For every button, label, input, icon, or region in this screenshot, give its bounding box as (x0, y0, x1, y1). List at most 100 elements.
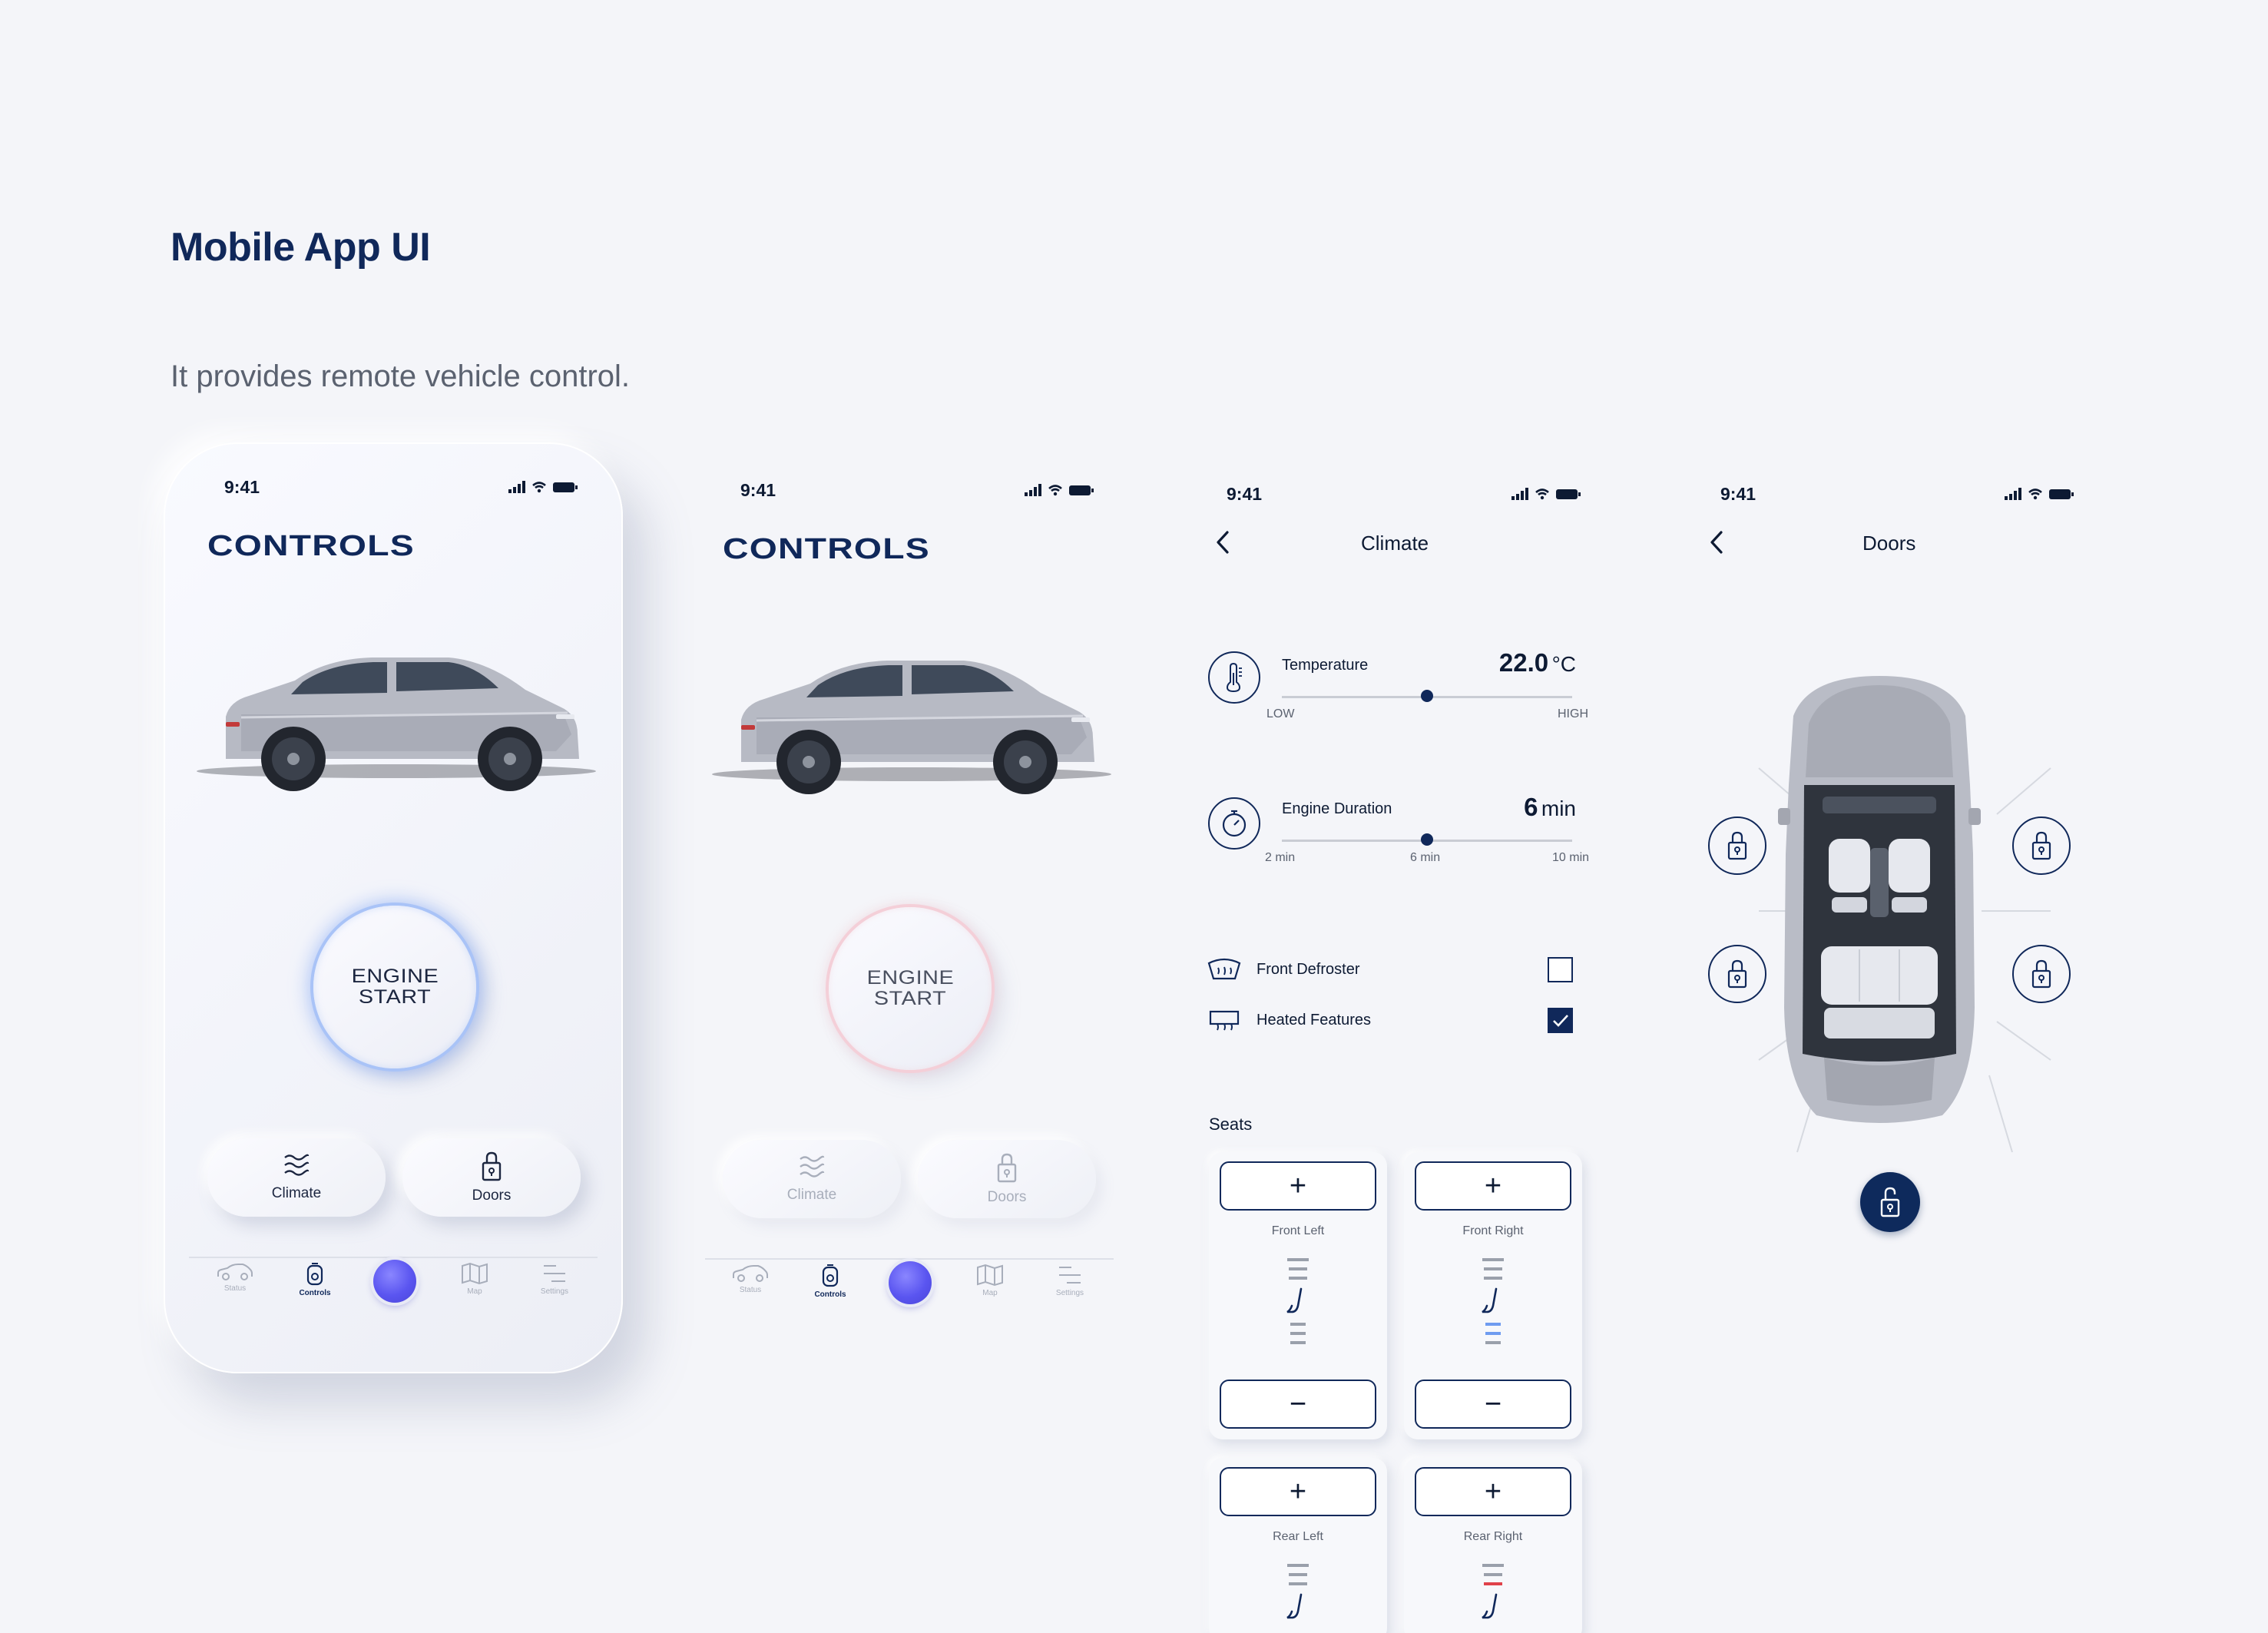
rear-defroster-icon (1209, 1010, 1240, 1031)
temperature-high-label: HIGH (1558, 707, 1588, 720)
status-time-4: 9:41 (1720, 484, 1756, 504)
orb-icon (373, 1260, 416, 1303)
door-lock-rear-right-button[interactable] (2012, 945, 2071, 1003)
heated-features-checkbox[interactable] (1548, 1008, 1573, 1033)
tab-controls-label: Controls (299, 1289, 331, 1297)
thermometer-icon (1226, 662, 1242, 693)
seat-front-right-minus-button[interactable]: − (1415, 1380, 1571, 1429)
tab-settings[interactable]: Settings (515, 1263, 594, 1296)
seat-card-front-left: + Front Left − (1209, 1152, 1387, 1439)
timer-icon-circle (1208, 797, 1260, 850)
tab-map[interactable]: Map (435, 1262, 515, 1296)
back-chevron-icon[interactable] (1708, 530, 1725, 555)
orb-icon (889, 1261, 932, 1304)
tab-map-label: Map (467, 1287, 482, 1296)
climate-shortcut-button-2[interactable]: Climate (723, 1140, 901, 1218)
waves-icon (800, 1155, 825, 1178)
thermometer-icon-circle (1208, 651, 1260, 704)
car-icon (217, 1264, 253, 1280)
tab-controls-2[interactable]: Controls (790, 1264, 870, 1299)
plus-icon: + (1484, 1170, 1502, 1202)
status-icons (508, 481, 578, 493)
waves-icon (284, 1154, 310, 1176)
tab-controls[interactable]: Controls (275, 1263, 355, 1297)
back-chevron-icon[interactable] (1214, 530, 1231, 555)
seat-icon (1286, 1593, 1303, 1619)
tab-settings-label-2: Settings (1055, 1289, 1084, 1297)
status-icons-3 (1511, 488, 1581, 500)
minus-icon: − (1484, 1388, 1502, 1420)
door-lock-front-right-button[interactable] (2012, 816, 2071, 875)
seat-front-right-plus-button[interactable]: + (1415, 1161, 1571, 1211)
tab-bar: Status Controls Map Settings (195, 1260, 594, 1317)
settings-lines-icon (544, 1265, 565, 1282)
engine-duration-value: 6 (1524, 793, 1538, 821)
temperature-unit: °C (1551, 652, 1576, 676)
engine-duration-slider-thumb[interactable] (1421, 833, 1433, 846)
tab-status-2[interactable]: Status (710, 1264, 790, 1294)
tab-settings-2[interactable]: Settings (1030, 1264, 1110, 1297)
climate-shortcut-label: Climate (271, 1185, 322, 1201)
tab-bar-2: Status Controls Map Settings (710, 1261, 1110, 1318)
page-title: Mobile App UI (171, 225, 431, 270)
lock-icon (2031, 831, 2051, 860)
engine-duration-tick-6min: 6 min (1410, 851, 1441, 864)
tab-orb[interactable] (355, 1260, 435, 1303)
status-time: 9:41 (224, 477, 260, 497)
engine-start-line2-2: START (873, 988, 947, 1009)
seat-front-left-plus-button[interactable]: + (1220, 1161, 1376, 1211)
tab-map-2[interactable]: Map (950, 1264, 1030, 1297)
lock-icon (1727, 831, 1747, 860)
engine-duration-unit: min (1541, 797, 1576, 820)
climate-shortcut-button[interactable]: Climate (207, 1138, 386, 1217)
key-fob-icon (306, 1263, 323, 1286)
seat-card-front-right: + Front Right − (1404, 1152, 1582, 1439)
seat-rear-left-name: Rear Left (1273, 1530, 1323, 1543)
key-fob-icon (822, 1264, 839, 1287)
front-defroster-label: Front Defroster (1257, 961, 1360, 978)
seat-rear-left-plus-button[interactable]: + (1220, 1467, 1376, 1516)
tab-map-label-2: Map (982, 1289, 998, 1297)
doors-shortcut-label: Doors (472, 1187, 512, 1204)
car-side-view (197, 658, 596, 791)
front-defroster-checkbox[interactable] (1548, 957, 1573, 982)
engine-start-button[interactable]: ENGINE START (313, 906, 476, 1068)
seat-icon (1482, 1593, 1498, 1619)
doors-shortcut-button-2[interactable]: Doors (918, 1140, 1096, 1218)
minus-icon: − (1289, 1388, 1307, 1420)
temperature-value: 22.0 (1498, 648, 1549, 677)
seat-front-left-gauge (1286, 1258, 1309, 1344)
seat-front-left-minus-button[interactable]: − (1220, 1380, 1376, 1429)
status-time-2: 9:41 (740, 480, 776, 500)
controls-title: CONTROLS (207, 530, 415, 562)
tab-status[interactable]: Status (195, 1263, 275, 1293)
map-icon (462, 1262, 488, 1285)
doors-shortcut-button[interactable]: Doors (402, 1138, 581, 1217)
engine-start-line1-2: ENGINE (866, 967, 954, 989)
door-lock-rear-left-button[interactable] (1708, 945, 1766, 1003)
temperature-low-label: LOW (1266, 707, 1295, 720)
status-time-3: 9:41 (1227, 484, 1263, 504)
door-lock-front-left-button[interactable] (1708, 816, 1766, 875)
engine-duration-tick-2min: 2 min (1265, 851, 1296, 864)
temperature-slider-thumb[interactable] (1421, 690, 1433, 702)
temperature-readout: 22.0 °C (1484, 648, 1576, 677)
seat-card-rear-right: + Rear Right (1404, 1458, 1582, 1633)
engine-duration-readout: 6 min (1484, 793, 1576, 822)
doors-screen-title: Doors (1862, 532, 1916, 555)
climate-shortcut-label-2: Climate (786, 1187, 837, 1203)
seat-rear-right-plus-button[interactable]: + (1415, 1467, 1571, 1516)
tab-status-label: Status (223, 1284, 247, 1293)
tab-controls-label-2: Controls (814, 1290, 846, 1299)
heated-features-label: Heated Features (1257, 1012, 1371, 1028)
page-subtitle: It provides remote vehicle control. (171, 359, 631, 393)
tab-bar-divider (189, 1257, 598, 1258)
engine-start-line2: START (358, 986, 432, 1008)
tab-orb-2[interactable] (870, 1261, 950, 1304)
controls-title-2: CONTROLS (723, 533, 930, 565)
car-icon (733, 1265, 768, 1282)
checkmark-icon (1552, 1014, 1568, 1027)
seat-icon (1482, 1287, 1498, 1313)
engine-start-button-2[interactable]: ENGINE START (829, 907, 992, 1070)
unlock-all-button[interactable] (1860, 1172, 1920, 1232)
